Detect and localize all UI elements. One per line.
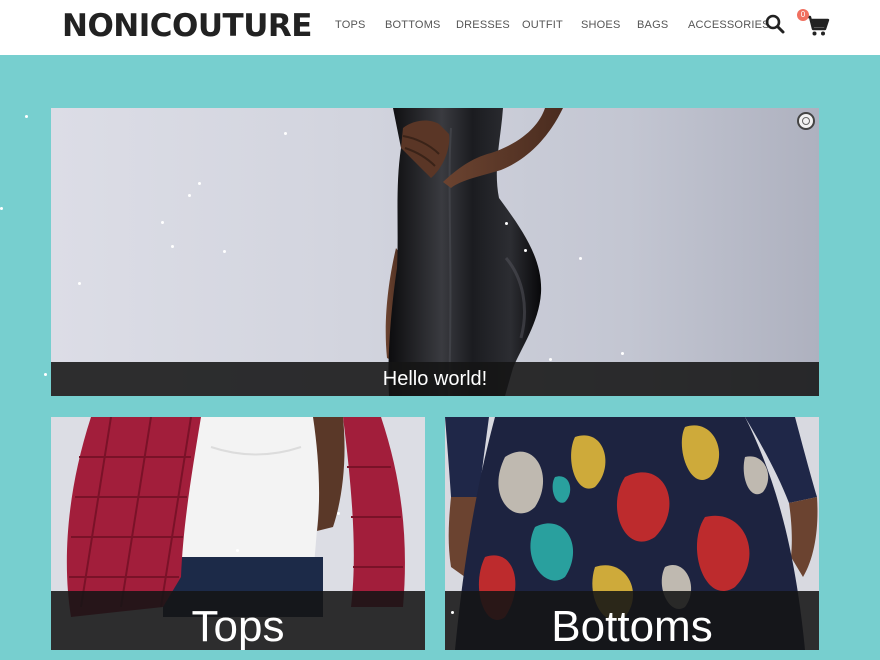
sparkle-dot <box>549 358 552 361</box>
slider-pause-button[interactable] <box>797 112 815 130</box>
hero-caption: Hello world! <box>51 362 819 396</box>
sparkle-dot <box>451 611 454 614</box>
sparkle-dot <box>337 512 340 515</box>
main-content: Hello world! Tops Bottoms <box>0 55 880 660</box>
hero-image <box>385 108 563 396</box>
category-card-bottoms[interactable]: Bottoms <box>445 417 819 650</box>
sparkle-dot <box>621 352 624 355</box>
sparkle-dot <box>188 194 191 197</box>
sparkle-dot <box>505 222 508 225</box>
sparkle-dot <box>0 207 3 210</box>
sparkle-dot <box>161 221 164 224</box>
sparkle-dot <box>284 132 287 135</box>
nav-item-bags[interactable]: BAGS <box>637 18 668 32</box>
sparkle-dot <box>78 282 81 285</box>
category-card-tops[interactable]: Tops <box>51 417 425 650</box>
nav-item-bottoms[interactable]: BOTTOMS <box>385 18 441 32</box>
sparkle-dot <box>171 245 174 248</box>
cart-count-badge: 0 <box>797 9 809 21</box>
sparkle-dot <box>236 549 239 552</box>
nav-item-tops[interactable]: TOPS <box>335 18 366 32</box>
nav-item-accessories[interactable]: ACCESSORIES <box>688 18 770 32</box>
hero-slider[interactable]: Hello world! <box>51 108 819 396</box>
search-icon[interactable] <box>764 13 786 35</box>
sparkle-dot <box>44 373 47 376</box>
site-header: NONICOUTURE TOPS BOTTOMS DRESSES OUTFIT … <box>0 0 880 55</box>
site-logo[interactable]: NONICOUTURE <box>62 6 312 46</box>
nav-item-dresses[interactable]: DRESSES <box>456 18 510 32</box>
sparkle-dot <box>223 250 226 253</box>
sparkle-dot <box>524 249 527 252</box>
sparkle-dot <box>25 115 28 118</box>
category-label-bottoms: Bottoms <box>445 591 819 650</box>
category-label-tops: Tops <box>51 591 425 650</box>
nav-item-outfit[interactable]: OUTFIT <box>522 18 563 32</box>
nav-item-shoes[interactable]: SHOES <box>581 18 621 32</box>
sparkle-dot <box>579 257 582 260</box>
sparkle-dot <box>198 182 201 185</box>
